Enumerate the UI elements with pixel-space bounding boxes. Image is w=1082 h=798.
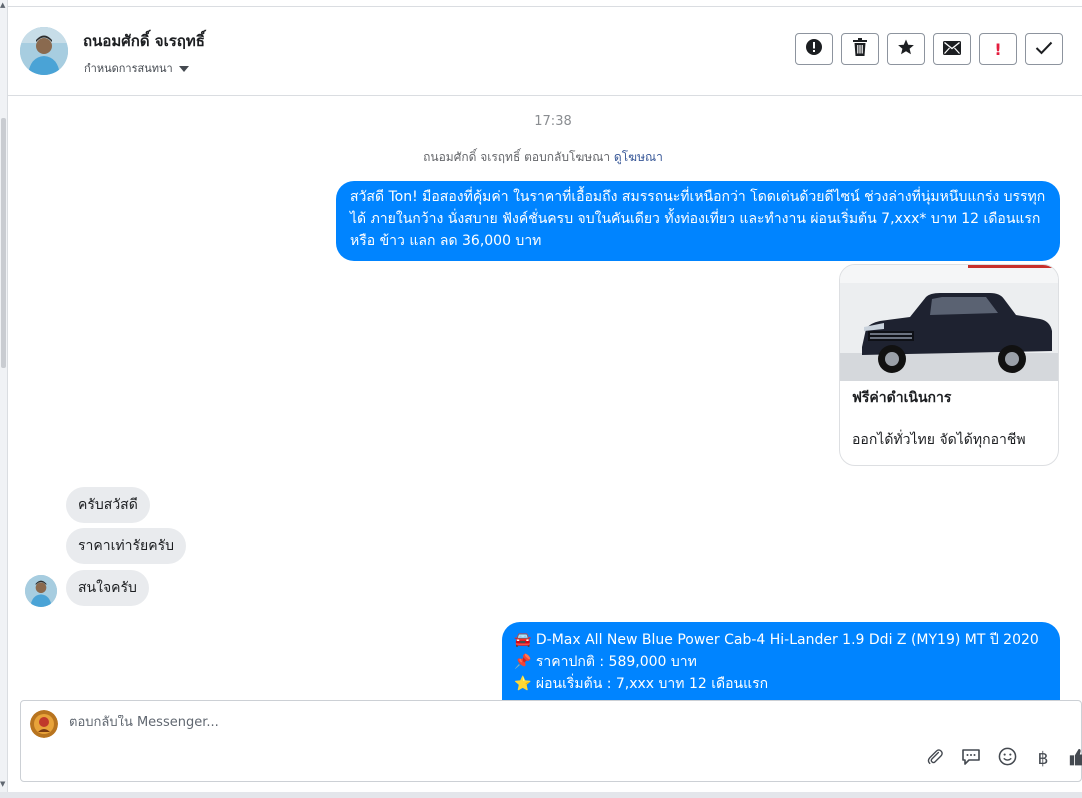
paperclip-icon xyxy=(926,748,944,771)
view-ad-link[interactable]: ดูโฆษณา xyxy=(614,150,663,164)
mark-spam-button[interactable] xyxy=(795,33,833,65)
baht-icon: ฿ xyxy=(1037,749,1049,769)
saved-replies-button[interactable] xyxy=(953,748,989,770)
star-button[interactable] xyxy=(887,33,925,65)
contact-name[interactable]: ถนอมศักดิ์ จเรฤทธิ์ xyxy=(83,29,205,53)
ad-card-title: ฟรีค่าดำเนินการ xyxy=(852,390,952,406)
incoming-message-text: ราคาเท่ารัยครับ xyxy=(78,538,174,554)
check-icon xyxy=(1035,40,1053,59)
bottom-border xyxy=(0,792,1082,798)
conversation-schedule-dropdown[interactable]: กำหนดการสนทนา xyxy=(84,59,189,77)
outgoing-message-line: 🚘 D-Max All New Blue Power Cab-4 Hi-Land… xyxy=(514,632,1039,648)
page-avatar xyxy=(30,710,58,738)
incoming-message: ครับสวัสดี xyxy=(66,487,150,523)
contact-avatar[interactable] xyxy=(20,27,68,75)
scroll-down-arrow-icon[interactable]: ▼ xyxy=(0,781,5,788)
like-button[interactable] xyxy=(1061,748,1082,770)
smiley-icon xyxy=(998,747,1017,771)
composer-tools: ฿ xyxy=(917,747,1082,771)
trash-icon xyxy=(852,38,868,60)
message-composer: ฿ xyxy=(20,700,1082,782)
star-icon xyxy=(897,38,915,60)
ad-reply-text: ถนอมศักดิ์ จเรฤทธิ์ ตอบกลับโฆษณา xyxy=(423,150,611,164)
incoming-message-text: ครับสวัสดี xyxy=(78,497,138,513)
outgoing-message-line: ⭐ ผ่อนเริ่มต้น : 7,xxx บาท 12 เดือนแรก xyxy=(514,676,769,692)
exclamation-mark-icon: ! xyxy=(994,39,1002,59)
caret-down-icon xyxy=(178,66,189,72)
scroll-up-arrow-icon[interactable]: ▲ xyxy=(0,2,5,9)
outgoing-message-line: 📌 ราคาปกติ : 589,000 บาท xyxy=(514,654,697,670)
header-actions: ! xyxy=(795,33,1063,65)
chat-bubble-icon xyxy=(961,748,981,771)
conversation-header: ถนอมศักดิ์ จเรฤทธิ์ กำหนดการสนทนา ! xyxy=(8,6,1082,96)
outgoing-message: สวัสดี Ton! มือสองที่คุ้มค่า ในราคาที่เอ… xyxy=(336,181,1060,261)
attach-button[interactable] xyxy=(917,748,953,770)
follow-up-button[interactable]: ! xyxy=(979,33,1017,65)
outgoing-message-text: สวัสดี Ton! มือสองที่คุ้มค่า ในราคาที่เอ… xyxy=(350,189,1046,249)
mark-done-button[interactable] xyxy=(1025,33,1063,65)
emoji-button[interactable] xyxy=(989,747,1025,771)
envelope-icon xyxy=(943,40,961,59)
ad-card[interactable]: ฟรีค่าดำเนินการ ออกได้ทั่วไทย จัดได้ทุกอ… xyxy=(839,264,1059,466)
truck-photo xyxy=(840,265,1058,381)
ad-card-description: ออกได้ทั่วไทย จัดได้ทุกอาชีพ xyxy=(852,432,1026,448)
mark-unread-button[interactable] xyxy=(933,33,971,65)
conversation-schedule-label: กำหนดการสนทนา xyxy=(84,62,173,75)
incoming-message: ราคาเท่ารัยครับ xyxy=(66,528,186,564)
ad-reply-note: ถนอมศักดิ์ จเรฤทธิ์ ตอบกลับโฆษณา ดูโฆษณา xyxy=(0,148,1082,167)
message-timestamp: 17:38 xyxy=(534,114,572,129)
payment-button[interactable]: ฿ xyxy=(1025,748,1061,770)
sender-avatar[interactable] xyxy=(25,575,57,607)
thumbs-up-icon xyxy=(1069,747,1082,772)
reply-input[interactable] xyxy=(69,715,869,730)
incoming-message: สนใจครับ xyxy=(66,570,149,606)
exclamation-circle-icon xyxy=(805,38,823,60)
delete-button[interactable] xyxy=(841,33,879,65)
incoming-message-text: สนใจครับ xyxy=(78,580,137,596)
